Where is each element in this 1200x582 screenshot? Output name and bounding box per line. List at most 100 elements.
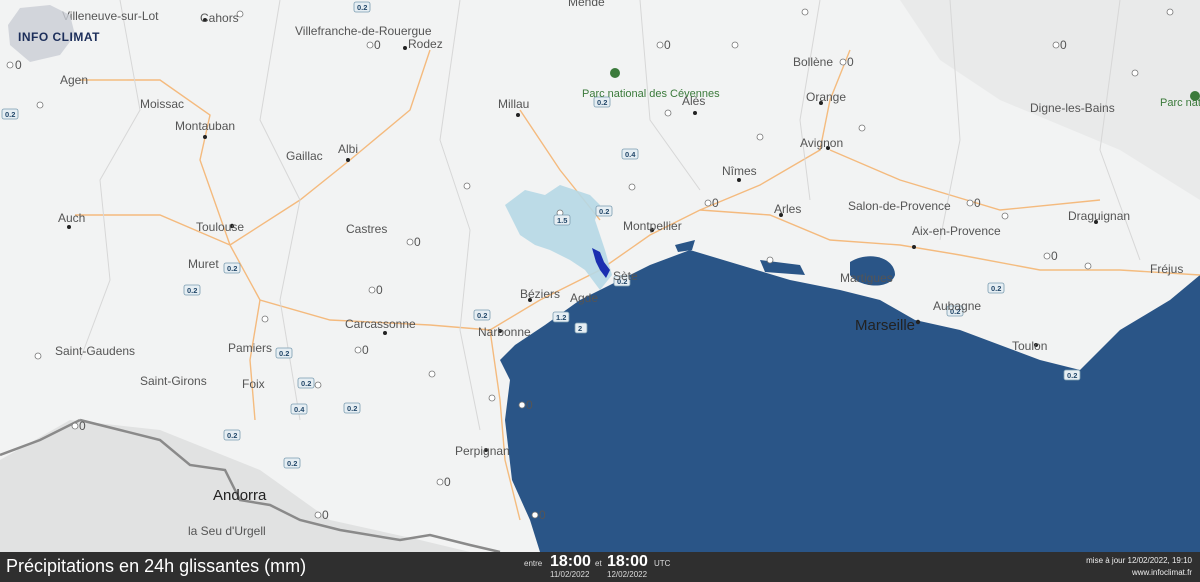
svg-text:0.2: 0.2 [357, 3, 367, 12]
place-label: Toulon [1012, 339, 1047, 353]
svg-text:0.2: 0.2 [279, 349, 289, 358]
park-tree-icon [610, 68, 620, 78]
update-info: mise à jour 12/02/2022, 19:10 www.infocl… [1086, 555, 1192, 579]
place-label: Moissac [140, 97, 184, 111]
place-label: Castres [346, 222, 387, 236]
utc-label: UTC [654, 559, 671, 568]
place-label: Saint-Girons [140, 374, 207, 388]
rain-badge: 0.2 [283, 457, 301, 469]
rain-badge: 0.2 [183, 284, 201, 296]
place-label: Perpignan [455, 444, 510, 458]
svg-text:1.5: 1.5 [557, 216, 567, 225]
update-line: mise à jour 12/02/2022, 19:10 [1086, 556, 1192, 565]
place-label: Orange [806, 90, 846, 104]
place-label: Bollène [793, 55, 833, 69]
place-label: Arles [774, 202, 801, 216]
place-label: Pamiers [228, 341, 272, 355]
rain-badge: 0.2 [343, 402, 361, 414]
place-label: Cahors [200, 11, 239, 25]
place-label: Nîmes [722, 164, 757, 178]
zero-label: 0 [526, 398, 533, 412]
place-label: Muret [188, 257, 219, 271]
rain-badge: 0.2 [987, 282, 1005, 294]
place-label: Carcassonne [345, 317, 416, 331]
place-label: Agen [60, 73, 88, 87]
place-label: Rodez [408, 37, 443, 51]
place-label: Aix-en-Provence [912, 224, 1001, 238]
zero-label: 0 [1051, 249, 1058, 263]
place-label: Draguignan [1068, 209, 1130, 223]
zero-label: 0 [974, 196, 981, 210]
place-label-andorra: Andorra [213, 487, 267, 504]
svg-text:0.2: 0.2 [347, 404, 357, 413]
place-label: Foix [242, 377, 265, 391]
svg-text:0.2: 0.2 [991, 284, 1001, 293]
rain-badge: 0.2 [595, 205, 613, 217]
place-label: Avignon [800, 136, 843, 150]
start-time: 18:00 [550, 553, 591, 570]
place-label: Agde [570, 291, 598, 305]
infoclimat-logo[interactable]: INFO CLIMAT [0, 0, 100, 70]
rain-badge: 0.2 [1063, 369, 1081, 381]
rain-badge: 0.2 [275, 347, 293, 359]
rain-badge: 1.5 [553, 214, 571, 226]
svg-text:0.2: 0.2 [301, 379, 311, 388]
end-time: 18:00 [607, 553, 648, 570]
svg-text:0.2: 0.2 [5, 110, 15, 119]
rain-badge: 2 [574, 322, 588, 334]
precipitation-map: 0 0 0 0 0 0 0 0 0 0 0 0 0 0 0 0 0.2 0.2 … [0, 0, 1200, 552]
entre-label: entre [524, 559, 543, 568]
zero-label: 0 [712, 196, 719, 210]
park-label: Parc national des Cévennes [582, 88, 720, 100]
zero-label: 0 [664, 38, 671, 52]
zero-label: 0 [322, 508, 329, 522]
zero-label: 0 [79, 419, 86, 433]
svg-text:2: 2 [578, 324, 582, 333]
rain-badge: 0.2 [297, 377, 315, 389]
end-date: 12/02/2022 [607, 570, 648, 579]
zero-label: 0 [539, 508, 546, 522]
zero-label: 0 [362, 343, 369, 357]
zero-label: 0 [1060, 38, 1067, 52]
place-label: Toulouse [196, 220, 244, 234]
svg-text:0.2: 0.2 [599, 207, 609, 216]
logo-text: INFO CLIMAT [18, 30, 100, 44]
start-date: 11/02/2022 [550, 570, 590, 579]
svg-text:0.2: 0.2 [227, 431, 237, 440]
place-label: Digne-les-Bains [1030, 101, 1115, 115]
place-label: Auch [58, 211, 85, 225]
svg-text:0.4: 0.4 [294, 405, 305, 414]
rain-badge: 1.2 [552, 311, 570, 323]
site-link[interactable]: www.infoclimat.fr [1086, 567, 1192, 579]
zero-label: 0 [374, 38, 381, 52]
place-label: Albi [338, 142, 358, 156]
svg-text:0.2: 0.2 [477, 311, 487, 320]
rain-badge: 0.2 [1, 108, 19, 120]
rain-badge: 0.2 [223, 262, 241, 274]
zero-label: 0 [444, 475, 451, 489]
place-label: Villefranche-de-Rouergue [295, 24, 432, 38]
svg-text:0.2: 0.2 [287, 459, 297, 468]
place-label: Montauban [175, 119, 235, 133]
place-label: Narbonne [478, 325, 531, 339]
zero-label: 0 [847, 55, 854, 69]
place-label: Millau [498, 97, 529, 111]
zero-label: 0 [414, 235, 421, 249]
place-label: Saint-Gaudens [55, 344, 135, 358]
place-label: Béziers [520, 287, 560, 301]
place-label-marseille: Marseille [855, 317, 915, 334]
place-label: Montpellier [623, 219, 682, 233]
rain-badge: 0.2 [223, 429, 241, 441]
place-label: Fréjus [1150, 262, 1183, 276]
rain-badge: 0.4 [290, 403, 308, 415]
footer-bar: Précipitations en 24h glissantes (mm) en… [0, 552, 1200, 582]
place-label: Aubagne [933, 299, 981, 313]
et-label: et [595, 559, 602, 568]
svg-text:0.4: 0.4 [625, 150, 636, 159]
rain-badge: 0.2 [473, 309, 491, 321]
place-label: Sète [613, 269, 638, 283]
svg-text:0.2: 0.2 [227, 264, 237, 273]
zero-label: 0 [376, 283, 383, 297]
svg-text:0.2: 0.2 [187, 286, 197, 295]
svg-text:0.2: 0.2 [1067, 371, 1077, 380]
